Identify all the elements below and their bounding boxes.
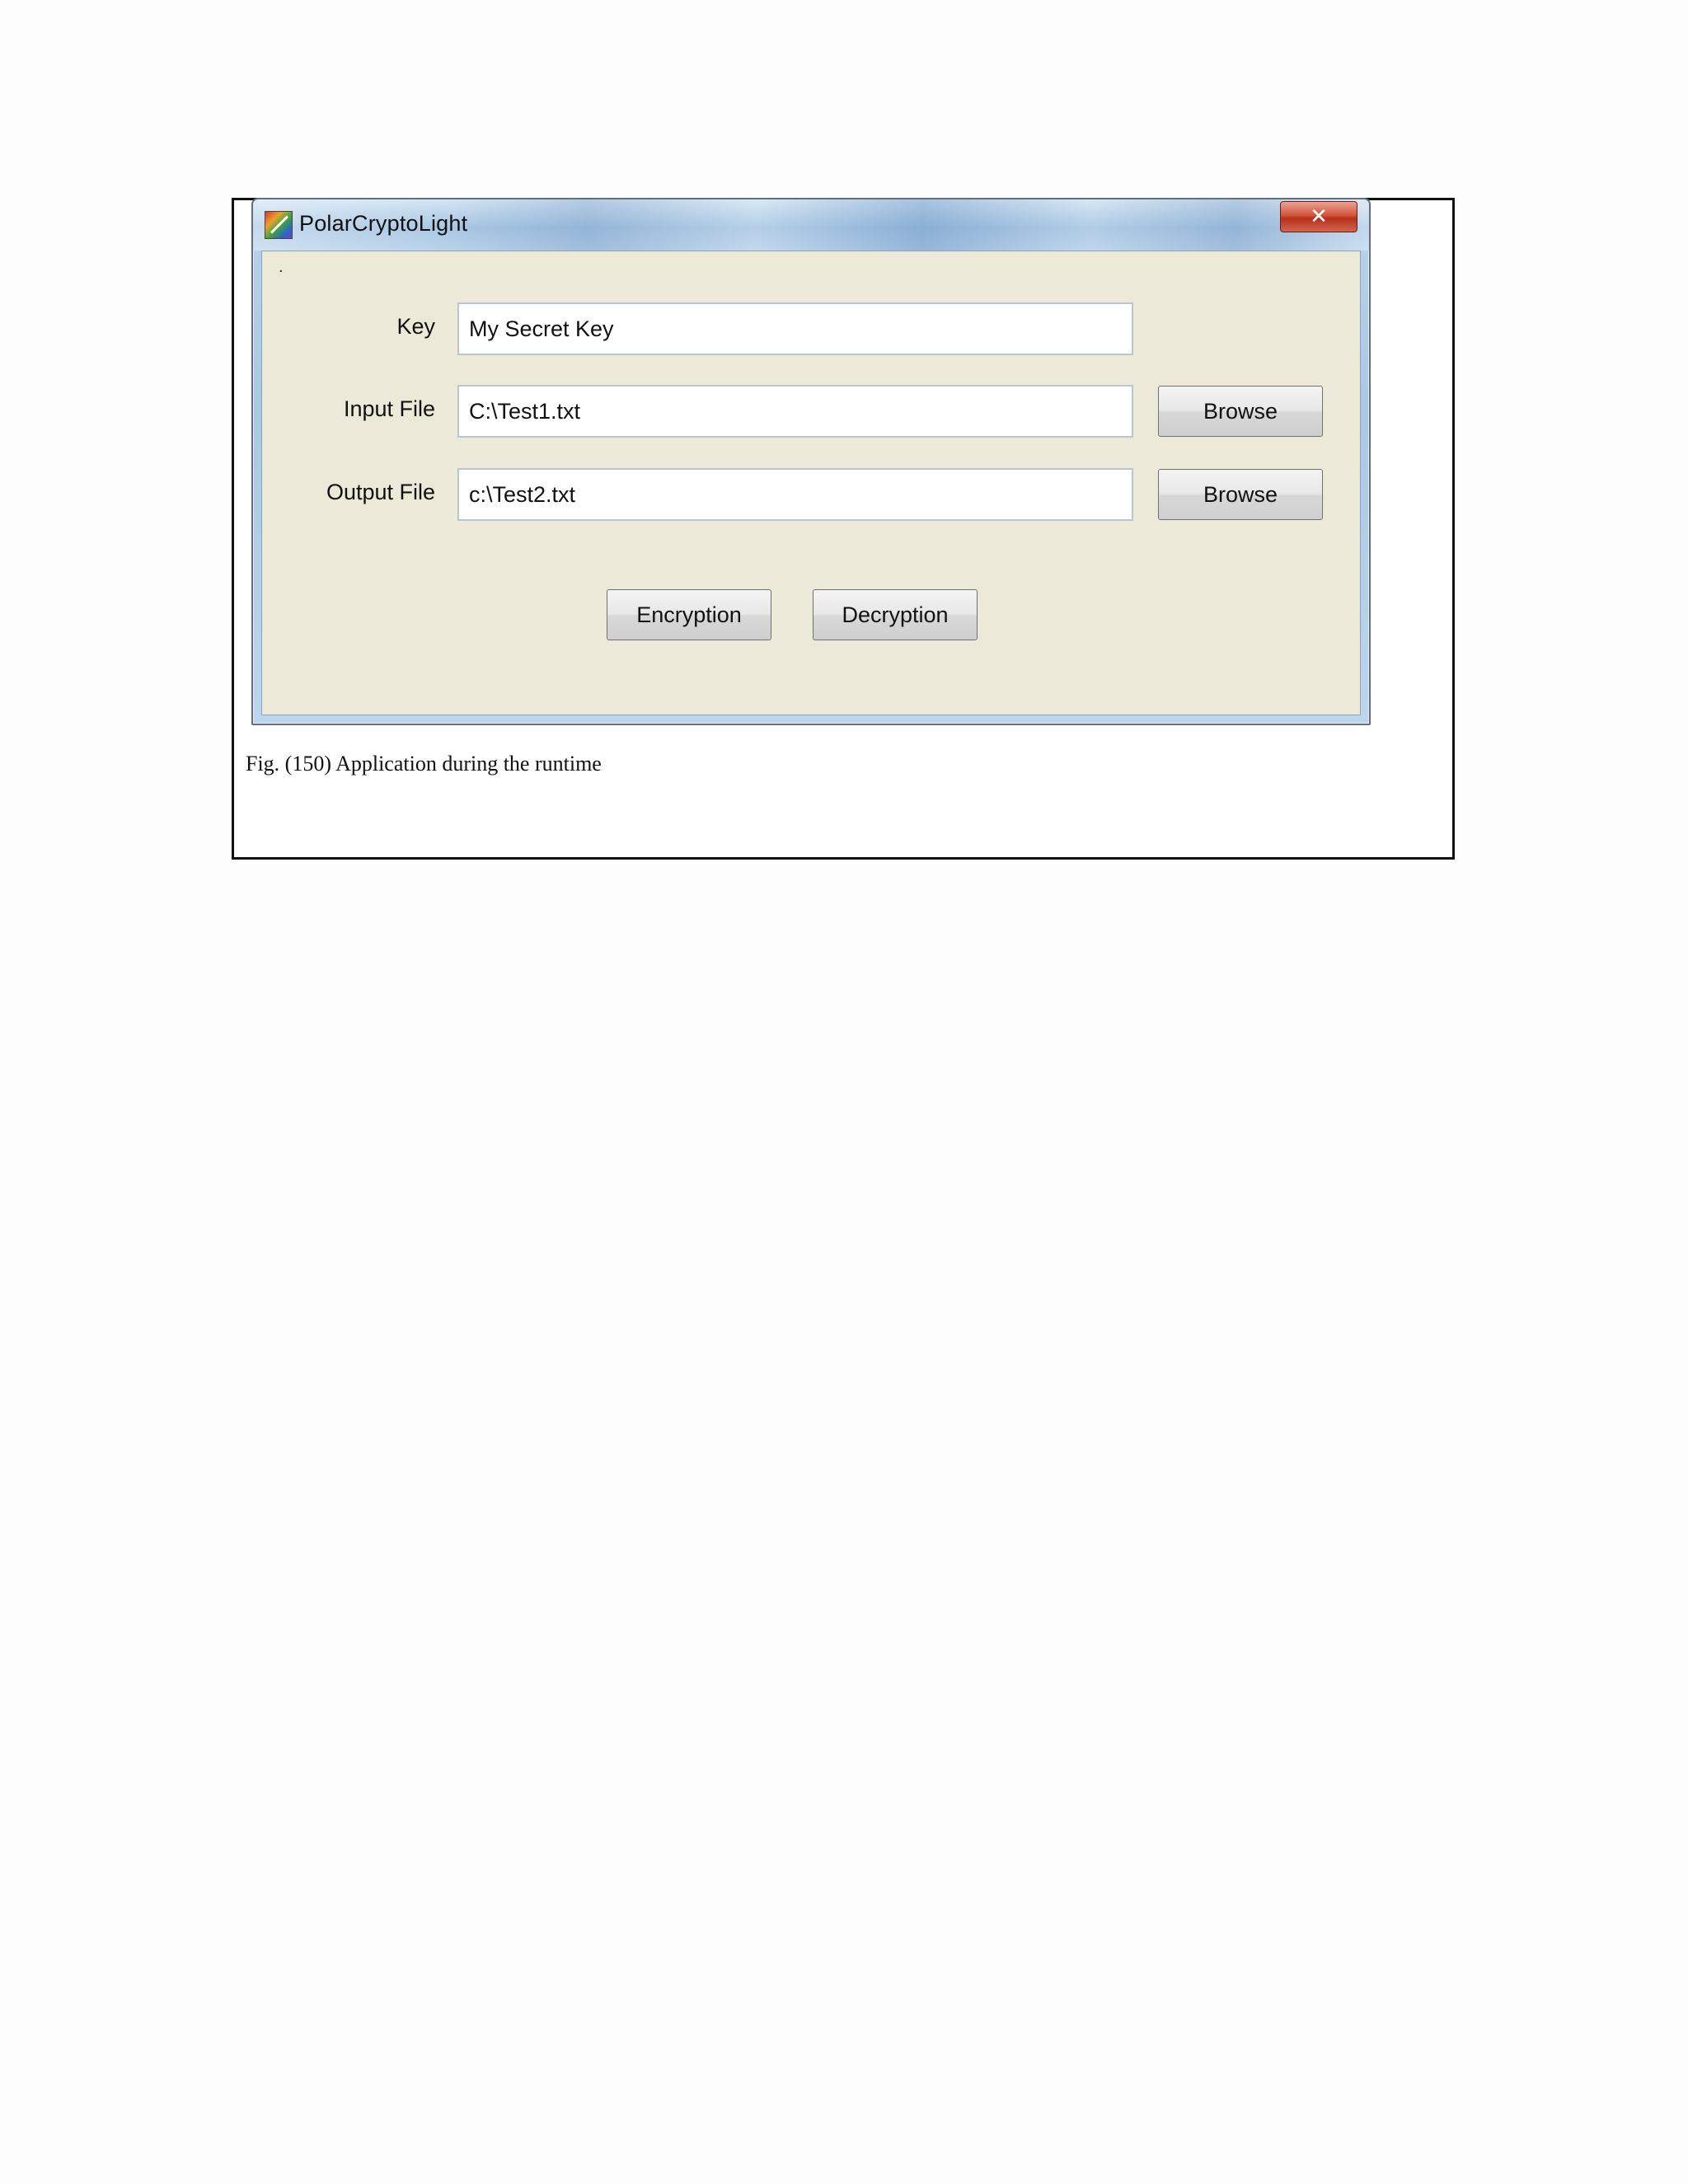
output-file-label: Output File	[326, 480, 435, 504]
output-file-browse-button[interactable]: Browse	[1158, 469, 1323, 520]
output-file-field[interactable]	[457, 468, 1133, 521]
stray-dot: .	[279, 258, 284, 276]
encryption-button[interactable]: Encryption	[607, 589, 771, 640]
close-button[interactable]: ✕	[1280, 201, 1357, 232]
input-file-field[interactable]	[457, 385, 1133, 438]
title-bar[interactable]: PolarCryptoLight ✕	[253, 199, 1369, 251]
key-label: Key	[396, 314, 435, 339]
app-window: PolarCryptoLight ✕ . Key Input File Brow…	[251, 198, 1371, 725]
client-area: . Key Input File Browse Output File Brow…	[261, 251, 1361, 715]
decryption-button[interactable]: Decryption	[813, 589, 978, 640]
input-file-browse-button[interactable]: Browse	[1158, 386, 1323, 437]
input-file-label: Input File	[343, 396, 435, 421]
key-input[interactable]	[457, 302, 1133, 355]
close-icon: ✕	[1310, 204, 1328, 228]
app-icon	[265, 211, 293, 239]
window-title: PolarCryptoLight	[299, 211, 468, 236]
figure-caption: Fig. (150) Application during the runtim…	[246, 752, 602, 776]
